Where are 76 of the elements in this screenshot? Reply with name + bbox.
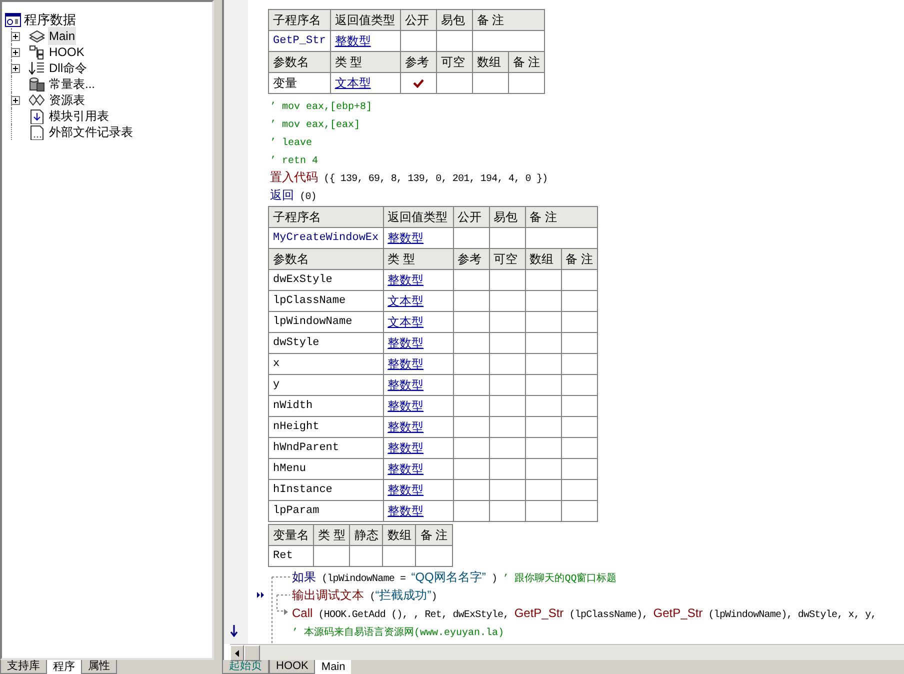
table-cell: dwExStyle <box>268 270 384 290</box>
tree-item[interactable]: 资源表 <box>48 91 86 109</box>
table-cell: hInstance <box>268 480 384 500</box>
column-header: 可空 <box>489 248 526 270</box>
column-header: 变量名 <box>268 524 314 546</box>
column-header: 子程序名 <box>268 206 384 228</box>
tab[interactable]: 属性 <box>81 660 117 674</box>
code-line: ’ retn 4 <box>270 154 320 168</box>
tree-root-label[interactable]: 程序数据 <box>24 10 76 30</box>
column-header: 类 型 <box>383 248 454 270</box>
comment-line: ’ 本源码来自易语言资源网(www.eyuyan.la) <box>292 626 504 640</box>
scrollbar-thumb[interactable] <box>244 645 260 661</box>
table-cell: dwStyle <box>268 332 384 354</box>
tree-item[interactable]: Dll命令 <box>48 59 88 77</box>
code-line: Call (HOOK.GetAdd (), , Ret, dwExStyle, GetP_Str (lpClassName), GetP_Str (lpWindowName), dwStyle, x, y, <box>292 605 876 622</box>
column-header: 数组 <box>382 524 416 546</box>
column-header: 备 注 <box>525 206 598 228</box>
scroll-left-button[interactable] <box>230 645 244 661</box>
table-cell: lpClassName <box>268 290 384 312</box>
column-header: 备 注 <box>416 524 452 546</box>
column-header: 子程序名 <box>268 10 330 30</box>
code-line: ’ mov eax,[eax] <box>270 118 362 132</box>
column-header: 数组 <box>472 52 508 72</box>
column-header: 参考 <box>400 52 436 72</box>
diamonds-icon <box>29 92 45 108</box>
column-header: 数组 <box>525 248 562 270</box>
table-cell: x <box>268 354 384 374</box>
code-line: 输出调试文本 (“拦截成功”) <box>292 587 437 604</box>
document-icon <box>29 124 45 140</box>
tree-item[interactable]: Main <box>48 27 76 45</box>
table-cell: y <box>268 374 384 396</box>
code-line: 返回 (0) <box>270 187 318 204</box>
table-cell: nHeight <box>268 416 384 438</box>
table-cell: 变量 <box>268 72 330 94</box>
column-header: 易包 <box>436 10 472 30</box>
stack-icon <box>29 28 45 44</box>
code-line: ’ leave <box>270 136 314 150</box>
column-header: 公开 <box>400 10 436 30</box>
column-header: 返回值类型 <box>383 206 454 228</box>
table-cell: Ret <box>268 546 314 566</box>
list-icon <box>29 60 45 76</box>
table-cell: lpWindowName <box>268 312 384 332</box>
left-arrow-icon <box>235 650 239 656</box>
column-header: 返回值类型 <box>330 10 400 30</box>
cylinder-icon <box>29 76 45 92</box>
column-header: 静态 <box>350 524 383 546</box>
column-header: 备 注 <box>472 10 545 30</box>
code-line: ’ mov eax,[ebp+8] <box>270 100 374 114</box>
column-header: 参数名 <box>268 248 384 270</box>
column-header: 备 注 <box>508 52 545 72</box>
code-line: 如果 (lpWindowName = “QQ网名名字” ) ’ 跟你聊天的QQ窗口标题 <box>292 569 617 586</box>
table-cell: hWndParent <box>268 438 384 458</box>
column-header: 类 型 <box>330 52 400 72</box>
tree-item[interactable]: 模块引用表 <box>48 107 110 125</box>
document-icon <box>29 108 45 124</box>
tab[interactable]: HOOK <box>269 660 316 674</box>
tab[interactable]: Main <box>315 660 352 674</box>
tree-item[interactable]: HOOK <box>48 43 86 61</box>
table-cell: hMenu <box>268 458 384 480</box>
table-cell: nWidth <box>268 396 384 416</box>
diagram-icon <box>29 44 45 60</box>
code-line: 置入代码 ({ 139, 69, 8, 139, 0, 201, 194, 4, 0 }) <box>270 169 549 186</box>
table-cell: lpParam <box>268 500 384 522</box>
tree-item[interactable]: 常量表... <box>48 75 96 93</box>
tab[interactable]: 支持库 <box>0 660 47 674</box>
down-arrow-icon <box>230 625 238 637</box>
run-marker-icon <box>257 592 265 598</box>
tree-item[interactable]: 外部文件记录表 <box>48 123 134 141</box>
tab[interactable]: 程序 <box>47 660 81 674</box>
column-header: 参考 <box>453 248 490 270</box>
column-header: 类 型 <box>314 524 350 546</box>
column-header: 公开 <box>453 206 490 228</box>
column-header: 备 注 <box>561 248 598 270</box>
column-header: 可空 <box>436 52 472 72</box>
column-header: 易包 <box>489 206 526 228</box>
column-header: 参数名 <box>268 52 330 72</box>
